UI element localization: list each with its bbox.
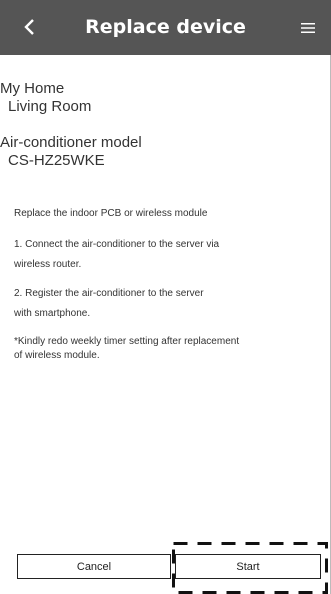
- note-line2: of wireless module.: [14, 350, 100, 361]
- hamburger-menu-icon: [301, 23, 315, 33]
- room-name: Living Room: [8, 98, 92, 115]
- page-title: Replace device: [85, 16, 246, 38]
- step2-line2: with smartphone.: [14, 308, 91, 319]
- note-line1: *Kindly redo weekly timer setting after …: [14, 336, 240, 347]
- model-value: CS-HZ25WKE: [8, 152, 105, 169]
- step1-line1: 1. Connect the air-conditioner to the se…: [14, 239, 220, 250]
- home-name: My Home: [0, 80, 65, 97]
- back-button[interactable]: [14, 12, 44, 42]
- model-label: Air-conditioner model: [0, 134, 142, 151]
- instructions-heading: Replace the indoor PCB or wireless modul…: [14, 208, 208, 219]
- header-bar: Replace device: [0, 0, 331, 55]
- cancel-button[interactable]: Cancel: [17, 554, 171, 579]
- step2-line1: 2. Register the air-conditioner to the s…: [14, 288, 204, 299]
- step1-line2: wireless router.: [14, 259, 82, 270]
- menu-button[interactable]: [295, 15, 321, 41]
- chevron-left-icon: [24, 19, 34, 35]
- start-button-label: Start: [236, 560, 260, 573]
- cancel-button-label: Cancel: [76, 560, 112, 573]
- start-button[interactable]: Start: [175, 554, 321, 579]
